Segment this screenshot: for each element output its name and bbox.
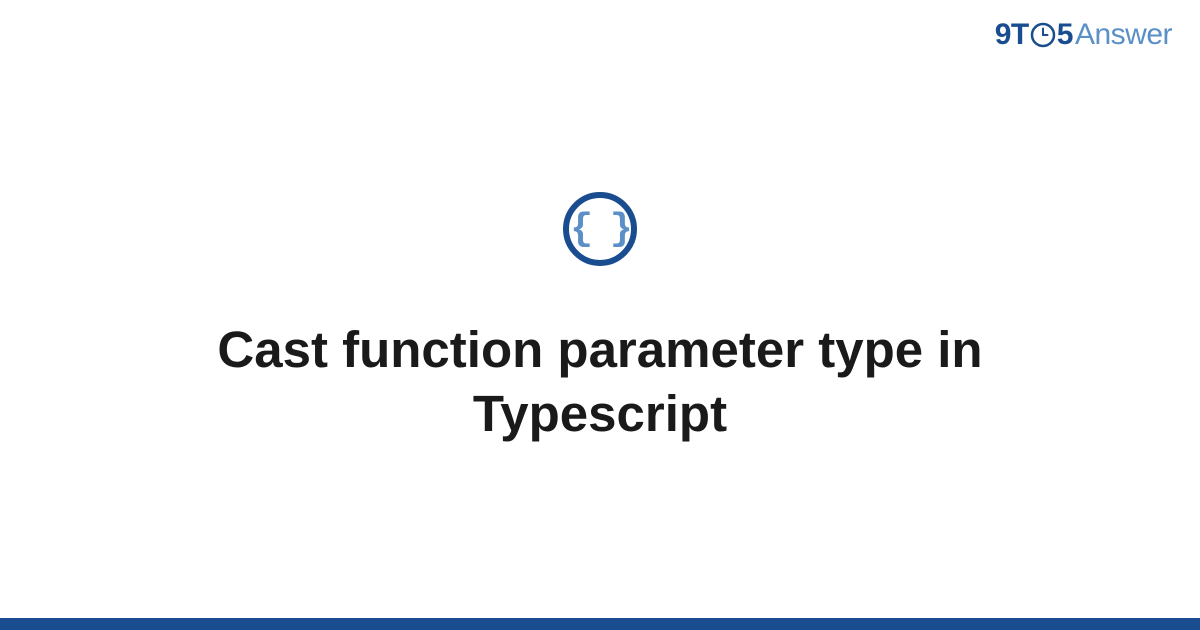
code-braces-icon: { } [570, 208, 629, 251]
topic-icon-circle: { } [563, 192, 637, 266]
main-content: { } Cast function parameter type in Type… [0, 0, 1200, 618]
page-title: Cast function parameter type in Typescri… [100, 318, 1100, 446]
footer-accent-bar [0, 618, 1200, 630]
